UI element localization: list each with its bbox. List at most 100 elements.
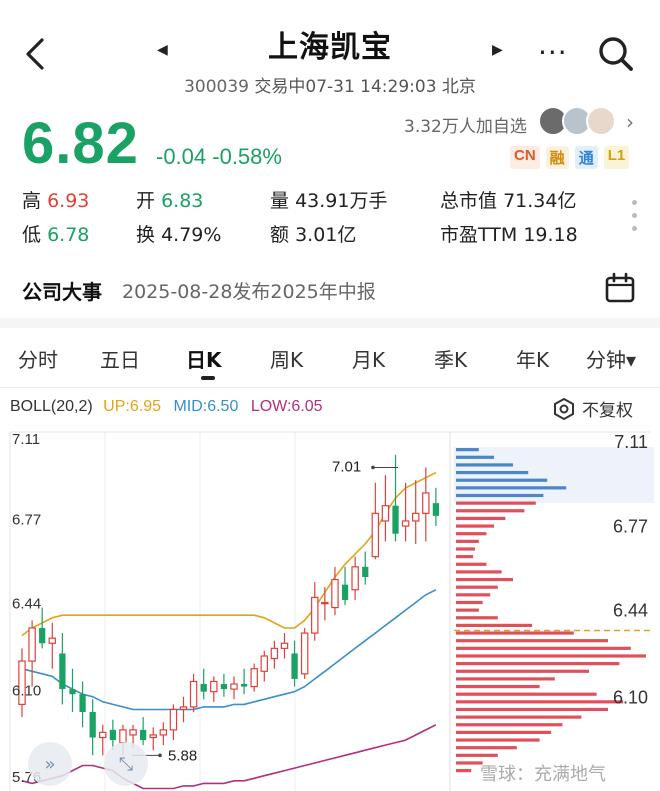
boll-up-value: UP:6.95 [103,398,161,415]
tab-yearly-k[interactable]: 年K [516,344,549,373]
kline-chart[interactable]: 7.116.776.446.105.767.116.776.446.107.01… [0,426,660,791]
event-text: 2025-08-28发布2025年中报 [122,281,376,303]
profile-bar [456,646,631,650]
adjust-selector[interactable]: 不复权 [552,396,633,421]
candle [381,475,390,542]
followers-count[interactable]: 3.32万人加自选 [404,112,527,137]
high-annotation: 7.01 [332,458,361,475]
candle-body [240,684,248,687]
profile-bar [456,677,555,681]
price-change: -0.04 -0.58% [156,144,282,169]
candle [291,640,298,687]
tag-cn[interactable]: CN [510,146,540,169]
candle [240,668,248,695]
candle [200,668,207,700]
stat-label: 换 [136,224,156,246]
stat-value: 3.01亿 [295,224,357,246]
expand-stats-icon[interactable] [632,200,638,239]
candle [321,587,329,621]
candle-body [200,684,207,692]
candle [48,622,57,669]
candle-body [210,680,218,693]
candle-body [341,584,349,600]
candle [250,663,258,692]
candle-body [411,512,420,522]
profile-bar [456,516,506,521]
stat-value: 6.83 [161,190,204,212]
profile-bar [456,501,536,505]
more-options-icon[interactable]: ··· [538,36,568,69]
stat-volume: 量 43.91万手 [270,186,387,213]
tag-margin[interactable]: 融 [545,146,569,169]
stat-market-cap: 总市值 71.34亿 [440,186,576,213]
profile-bar [456,470,529,475]
stat-low: 低 6.78 [22,220,89,247]
watermark: 雪球：充满地气 [480,760,606,786]
boll-legend[interactable]: BOLL(20,2) UP:6.95 MID:6.50 LOW:6.05 [10,398,323,416]
candle-body [300,632,309,675]
next-stock-icon[interactable]: ▶ [492,42,503,58]
low-annotation: 5.88 [168,747,197,764]
tab-weekly-k[interactable]: 周K [270,344,303,373]
candle [69,668,76,713]
candle-body [140,729,147,741]
candle-body [311,596,319,634]
tag-connect[interactable]: 通 [574,146,598,169]
stat-value: 4.79% [161,224,222,246]
back-arrow-icon[interactable] [20,34,50,74]
tag-level1[interactable]: L1 [603,146,630,169]
profile-bar [456,585,498,589]
boll-low-value: LOW:6.05 [250,398,323,415]
profile-bar [456,570,502,574]
candle [270,640,279,669]
candle-body [401,520,410,527]
profile-bar [456,577,513,582]
candle-body [291,653,298,679]
tab-daily-k[interactable]: 日K [186,344,222,373]
stat-open: 开 6.83 [136,186,203,213]
candle-body [89,712,96,738]
profile-bar [456,730,551,735]
collapse-arrows-icon[interactable]: » [28,742,72,786]
profile-bar [456,623,532,628]
tab-monthly-k[interactable]: 月K [352,344,385,373]
profile-bar [456,463,513,467]
stat-value: 6.78 [47,224,90,246]
title-block: 上海凯宝 300039 交易中07-31 14:29:03 北京 [130,22,530,97]
tab-five-day[interactable]: 五日 [100,344,140,373]
search-icon[interactable] [596,34,636,74]
company-event-row[interactable]: 公司大事 2025-08-28发布2025年中报 [0,262,660,314]
header: ◀ 上海凯宝 300039 交易中07-31 14:29:03 北京 ▶ ··· [0,0,660,100]
high-dot [371,465,375,470]
watermark-text: 雪球：充满地气 [480,764,606,785]
tab-minute[interactable]: 分钟▾ [586,344,636,373]
candle-body [260,655,269,672]
tab-intraday[interactable]: 分时 [18,344,58,373]
candle [371,482,380,560]
tab-quarterly-k[interactable]: 季K [434,344,467,373]
calendar-icon[interactable] [604,272,636,304]
candle-body [381,505,390,522]
profile-bar [456,631,574,635]
stock-code: 300039 [184,77,249,97]
candle-body [220,684,228,690]
candle-body [351,566,359,591]
candle-body [280,642,289,649]
follower-avatars[interactable] [538,106,618,138]
crosshair-icon[interactable]: ⤡ [104,742,148,786]
profile-bar [456,700,624,704]
stock-title: 上海凯宝 [268,30,392,65]
candle [179,696,188,723]
stat-value: 6.93 [47,190,90,212]
candle [89,699,96,756]
stat-label: 量 [270,190,290,212]
candle-body [119,729,127,744]
profile-bar [456,692,597,696]
boll-mid-value: MID:6.50 [173,398,239,415]
current-price: 6.82 [22,111,139,176]
chevron-right-icon[interactable]: › [626,110,634,134]
stat-label: 总市值 [440,190,498,212]
y-tick-label-left: 6.44 [12,596,41,613]
candle-body [39,627,46,644]
stat-turnover: 换 4.79% [136,220,221,247]
